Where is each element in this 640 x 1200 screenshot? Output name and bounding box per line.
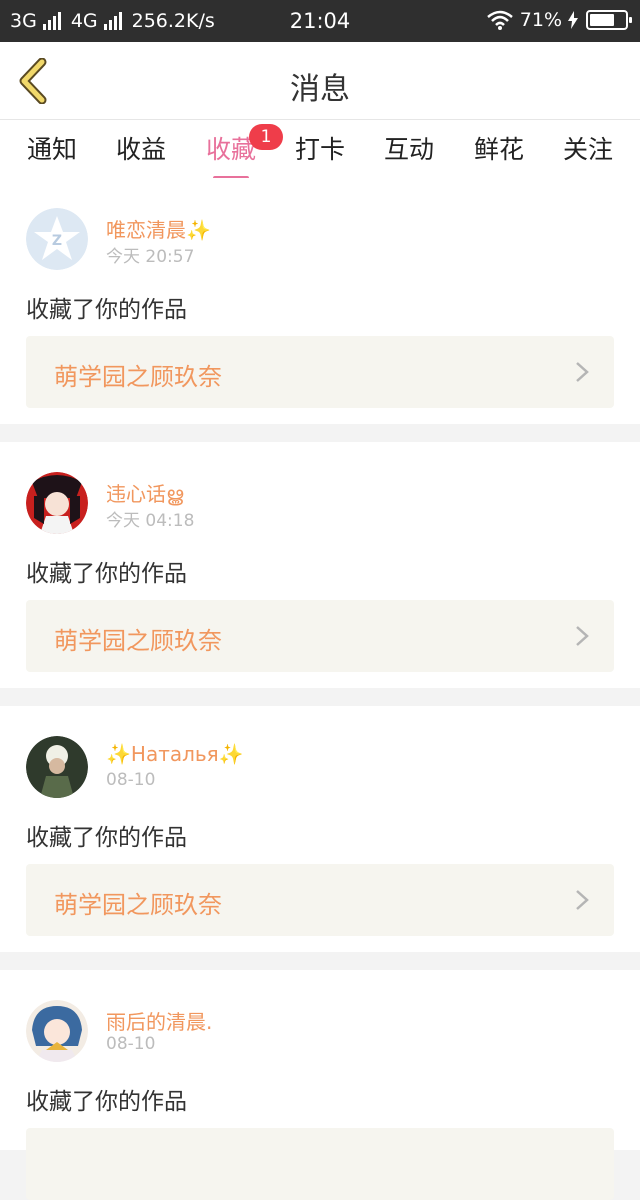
work-link[interactable]: 萌学园之顾玖奈 <box>26 336 614 408</box>
chevron-right-icon <box>576 626 589 646</box>
avatar[interactable] <box>26 736 88 798</box>
tab-flowers[interactable]: 鲜花 <box>459 130 539 166</box>
tab-interact[interactable]: 互动 <box>369 130 449 166</box>
action-text: 收藏了你的作品 <box>26 825 187 851</box>
timestamp: 今天 20:57 <box>106 247 195 267</box>
unread-badge: 1 <box>249 124 283 150</box>
sparkle-icon: ✨ <box>106 742 131 766</box>
work-title: 萌学园之顾玖奈 <box>54 627 222 655</box>
battery-percent: 71% <box>519 9 562 31</box>
avatar[interactable]: Z <box>26 208 88 270</box>
chevron-right-icon <box>576 362 589 382</box>
user-name-text: 唯恋清晨 <box>106 218 186 242</box>
sparkle-icon: ✨ <box>186 218 211 242</box>
user-name[interactable]: 唯恋清晨✨ <box>106 214 211 243</box>
user-name-text: Наталья <box>130 742 219 766</box>
tab-favorites[interactable]: 收藏 1 <box>191 124 283 180</box>
svg-text:Z: Z <box>52 233 62 249</box>
sparkle-icon: ✨ <box>218 742 244 766</box>
status-bar: 3G 4G 256.2K/s 21:04 71% <box>0 0 640 42</box>
work-link[interactable]: 萌学园之顾玖奈 <box>26 600 614 672</box>
work-title: 萌学园之顾玖奈 <box>54 891 222 919</box>
list-item: 违心话ൠ 今天 04:18 收藏了你的作品 萌学园之顾玖奈 <box>0 442 640 688</box>
tab-checkin[interactable]: 打卡 <box>280 130 360 166</box>
list-item: ✨Наталья✨ 08-10 收藏了你的作品 萌学园之顾玖奈 <box>0 706 640 952</box>
user-name-text: 雨后的清晨. <box>106 1010 213 1034</box>
work-link[interactable]: 萌学园之顾玖奈 <box>26 864 614 936</box>
action-text: 收藏了你的作品 <box>26 297 187 323</box>
tab-notice[interactable]: 通知 <box>12 130 92 166</box>
list-item: 雨后的清晨. 08-10 收藏了你的作品 <box>0 970 640 1200</box>
tab-label: 打卡 <box>294 135 345 164</box>
page-title: 消息 <box>290 72 350 107</box>
action-text: 收藏了你的作品 <box>26 561 187 587</box>
timestamp: 08-10 <box>106 1034 156 1054</box>
tab-label: 通知 <box>26 135 77 164</box>
action-text: 收藏了你的作品 <box>26 1089 187 1115</box>
tab-label: 鲜花 <box>473 135 524 164</box>
user-name[interactable]: 雨后的清晨. <box>106 1006 212 1035</box>
tab-bar: 通知 收益 收藏 1 打卡 互动 鲜花 关注 <box>0 120 640 180</box>
avatar[interactable] <box>26 1000 88 1062</box>
user-name[interactable]: ✨Наталья✨ <box>106 742 244 766</box>
tab-label: 关注 <box>562 135 613 164</box>
tab-label: 收益 <box>115 135 166 164</box>
header: 消息 <box>0 42 640 120</box>
wifi-icon <box>486 10 513 30</box>
work-title: 萌学园之顾玖奈 <box>54 363 222 391</box>
tab-label: 互动 <box>383 135 434 164</box>
tab-earnings[interactable]: 收益 <box>101 130 181 166</box>
avatar[interactable] <box>26 472 88 534</box>
chevron-right-icon <box>576 890 589 910</box>
status-right: 71% <box>486 9 632 31</box>
list-item: Z 唯恋清晨✨ 今天 20:57 收藏了你的作品 萌学园之顾玖奈 <box>0 178 640 424</box>
user-name-text: 违心话ൠ <box>106 482 184 506</box>
work-link[interactable] <box>26 1128 614 1200</box>
charging-icon <box>568 11 578 29</box>
timestamp: 08-10 <box>106 770 156 790</box>
battery-icon <box>586 10 632 30</box>
timestamp: 今天 04:18 <box>106 511 195 531</box>
tab-follow[interactable]: 关注 <box>548 130 628 166</box>
user-name[interactable]: 违心话ൠ <box>106 478 183 507</box>
